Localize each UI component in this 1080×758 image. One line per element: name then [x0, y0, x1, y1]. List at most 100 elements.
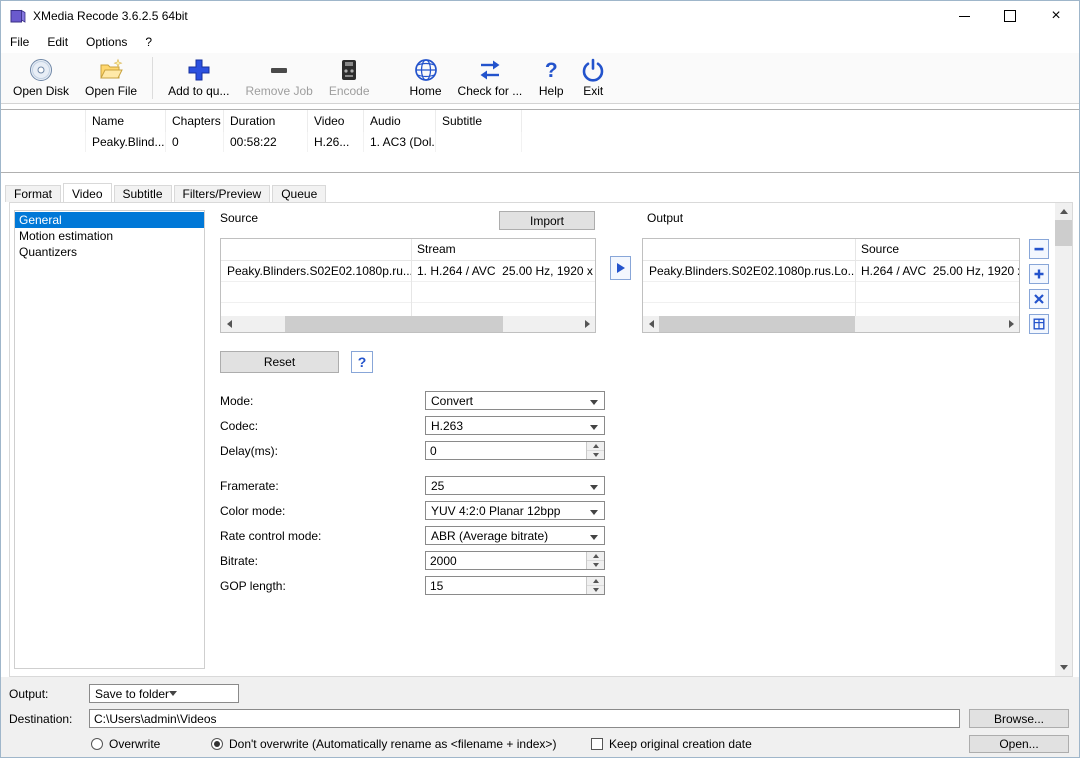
- scroll-thumb[interactable]: [1055, 220, 1072, 246]
- right-arrow-icon: [1009, 320, 1014, 328]
- source-h-scrollbar[interactable]: [221, 316, 595, 332]
- delay-spinner[interactable]: [425, 441, 605, 460]
- xmedia-app-icon: [10, 8, 26, 24]
- job-column-chapters[interactable]: Chapters: [166, 110, 224, 132]
- scroll-right-button[interactable]: [1003, 316, 1019, 332]
- source-stream-cell: 1. H.264 / AVC 25.00 Hz, 1920 x 1080: [411, 261, 595, 281]
- menu-options[interactable]: Options: [77, 32, 136, 52]
- output-stream-row[interactable]: Peaky.Blinders.S02E02.1080p.rus.Lo... H.…: [643, 261, 1019, 282]
- spin-down-button[interactable]: [587, 451, 604, 459]
- job-column-duration[interactable]: Duration: [224, 110, 308, 132]
- column-divider: [855, 239, 856, 316]
- clear-stream-button[interactable]: [1029, 289, 1049, 309]
- left-arrow-icon: [649, 320, 654, 328]
- overwrite-radio[interactable]: Overwrite: [91, 737, 160, 751]
- remove-stream-button[interactable]: [1029, 239, 1049, 259]
- open-folder-button[interactable]: Open...: [969, 735, 1069, 753]
- codec-help-button[interactable]: ?: [351, 351, 373, 373]
- delay-input[interactable]: [426, 442, 586, 459]
- open-disk-button[interactable]: Open Disk: [5, 56, 77, 98]
- dont-overwrite-radio[interactable]: Don't overwrite (Automatically rename as…: [211, 737, 556, 751]
- source-stream-row[interactable]: Peaky.Blinders.S02E02.1080p.ru... 1. H.2…: [221, 261, 595, 282]
- scroll-thumb[interactable]: [285, 316, 503, 332]
- source-stream-column[interactable]: Stream: [411, 239, 595, 260]
- bitrate-spinner[interactable]: [425, 551, 605, 570]
- tab-subtitle[interactable]: Subtitle: [114, 185, 172, 202]
- add-to-queue-button[interactable]: Add to qu...: [160, 56, 237, 98]
- menu-edit[interactable]: Edit: [38, 32, 77, 52]
- menu-file[interactable]: File: [1, 32, 38, 52]
- keep-date-checkbox[interactable]: Keep original creation date: [591, 737, 752, 751]
- tab-queue[interactable]: Queue: [272, 185, 326, 202]
- job-column-video[interactable]: Video: [308, 110, 364, 132]
- codec-select[interactable]: H.263: [425, 416, 605, 435]
- tab-format[interactable]: Format: [5, 185, 61, 202]
- output-table-header: Source: [643, 239, 1019, 261]
- power-icon: [580, 57, 606, 83]
- menu-help[interactable]: ?: [136, 32, 161, 52]
- window-title: XMedia Recode 3.6.2.5 64bit: [33, 9, 188, 23]
- chevron-down-icon: [590, 425, 598, 430]
- job-cell-name: Peaky.Blind...: [86, 132, 166, 152]
- open-file-button[interactable]: Open File: [77, 56, 145, 98]
- check-for-updates-button[interactable]: Check for ...: [450, 56, 531, 98]
- framerate-select[interactable]: 25: [425, 476, 605, 495]
- disc-icon: [28, 57, 54, 83]
- browse-button[interactable]: Browse...: [969, 709, 1069, 728]
- job-column-blank: [1, 110, 86, 132]
- add-stream-button[interactable]: [1029, 264, 1049, 284]
- panel-v-scrollbar[interactable]: [1055, 203, 1072, 676]
- spin-up-button[interactable]: [587, 577, 604, 586]
- scroll-track[interactable]: [659, 316, 1003, 332]
- job-cell-subtitle: [436, 132, 522, 152]
- scroll-down-button[interactable]: [1055, 659, 1072, 676]
- scroll-right-button[interactable]: [579, 316, 595, 332]
- job-row[interactable]: Peaky.Blind... 0 00:58:22 H.26... 1. AC3…: [1, 132, 1080, 152]
- grid-view-button[interactable]: [1029, 314, 1049, 334]
- rate-control-label: Rate control mode:: [220, 528, 321, 544]
- gop-length-input[interactable]: [426, 577, 586, 594]
- job-cell-chapters: 0: [166, 132, 224, 152]
- maximize-button[interactable]: [987, 1, 1033, 31]
- transfer-stream-button[interactable]: [610, 256, 631, 280]
- scroll-left-button[interactable]: [643, 316, 659, 332]
- spin-up-button[interactable]: [587, 442, 604, 451]
- bitrate-input[interactable]: [426, 552, 586, 569]
- spin-down-button[interactable]: [587, 586, 604, 594]
- job-column-name[interactable]: Name: [86, 110, 166, 132]
- category-motion-estimation[interactable]: Motion estimation: [15, 228, 204, 244]
- destination-input[interactable]: [89, 709, 960, 728]
- import-button[interactable]: Import: [499, 211, 595, 230]
- rate-control-select[interactable]: ABR (Average bitrate): [425, 526, 605, 545]
- scroll-track[interactable]: [237, 316, 579, 332]
- gop-length-spinner[interactable]: [425, 576, 605, 595]
- tab-video[interactable]: Video: [63, 183, 111, 202]
- job-column-audio[interactable]: Audio: [364, 110, 436, 132]
- help-button[interactable]: ? Help: [530, 56, 572, 98]
- spin-down-button[interactable]: [587, 561, 604, 569]
- tab-filters-preview[interactable]: Filters/Preview: [174, 185, 271, 202]
- exit-button[interactable]: Exit: [572, 56, 614, 98]
- minimize-button[interactable]: [941, 1, 987, 31]
- output-mode-select[interactable]: Save to folder: [89, 684, 239, 703]
- color-mode-select[interactable]: YUV 4:2:0 Planar 12bpp: [425, 501, 605, 520]
- home-button[interactable]: Home: [402, 56, 450, 98]
- spin-up-button[interactable]: [587, 552, 604, 561]
- output-source-column[interactable]: Source: [855, 239, 1019, 260]
- output-mode-label: Output:: [9, 687, 48, 701]
- scroll-thumb[interactable]: [659, 316, 855, 332]
- category-general[interactable]: General: [15, 212, 204, 228]
- job-column-subtitle[interactable]: Subtitle: [436, 110, 522, 132]
- output-h-scrollbar[interactable]: [643, 316, 1019, 332]
- scroll-up-button[interactable]: [1055, 203, 1072, 220]
- scroll-left-button[interactable]: [221, 316, 237, 332]
- spinner-buttons: [586, 577, 604, 594]
- close-button[interactable]: ×: [1033, 1, 1079, 31]
- source-file-column: [221, 239, 411, 260]
- reset-button[interactable]: Reset: [220, 351, 339, 373]
- source-stream-table: Stream Peaky.Blinders.S02E02.1080p.ru...…: [220, 238, 596, 333]
- play-arrow-icon: [617, 263, 625, 273]
- dont-overwrite-radio-label: Don't overwrite (Automatically rename as…: [229, 737, 556, 751]
- category-quantizers[interactable]: Quantizers: [15, 244, 204, 260]
- mode-select[interactable]: Convert: [425, 391, 605, 410]
